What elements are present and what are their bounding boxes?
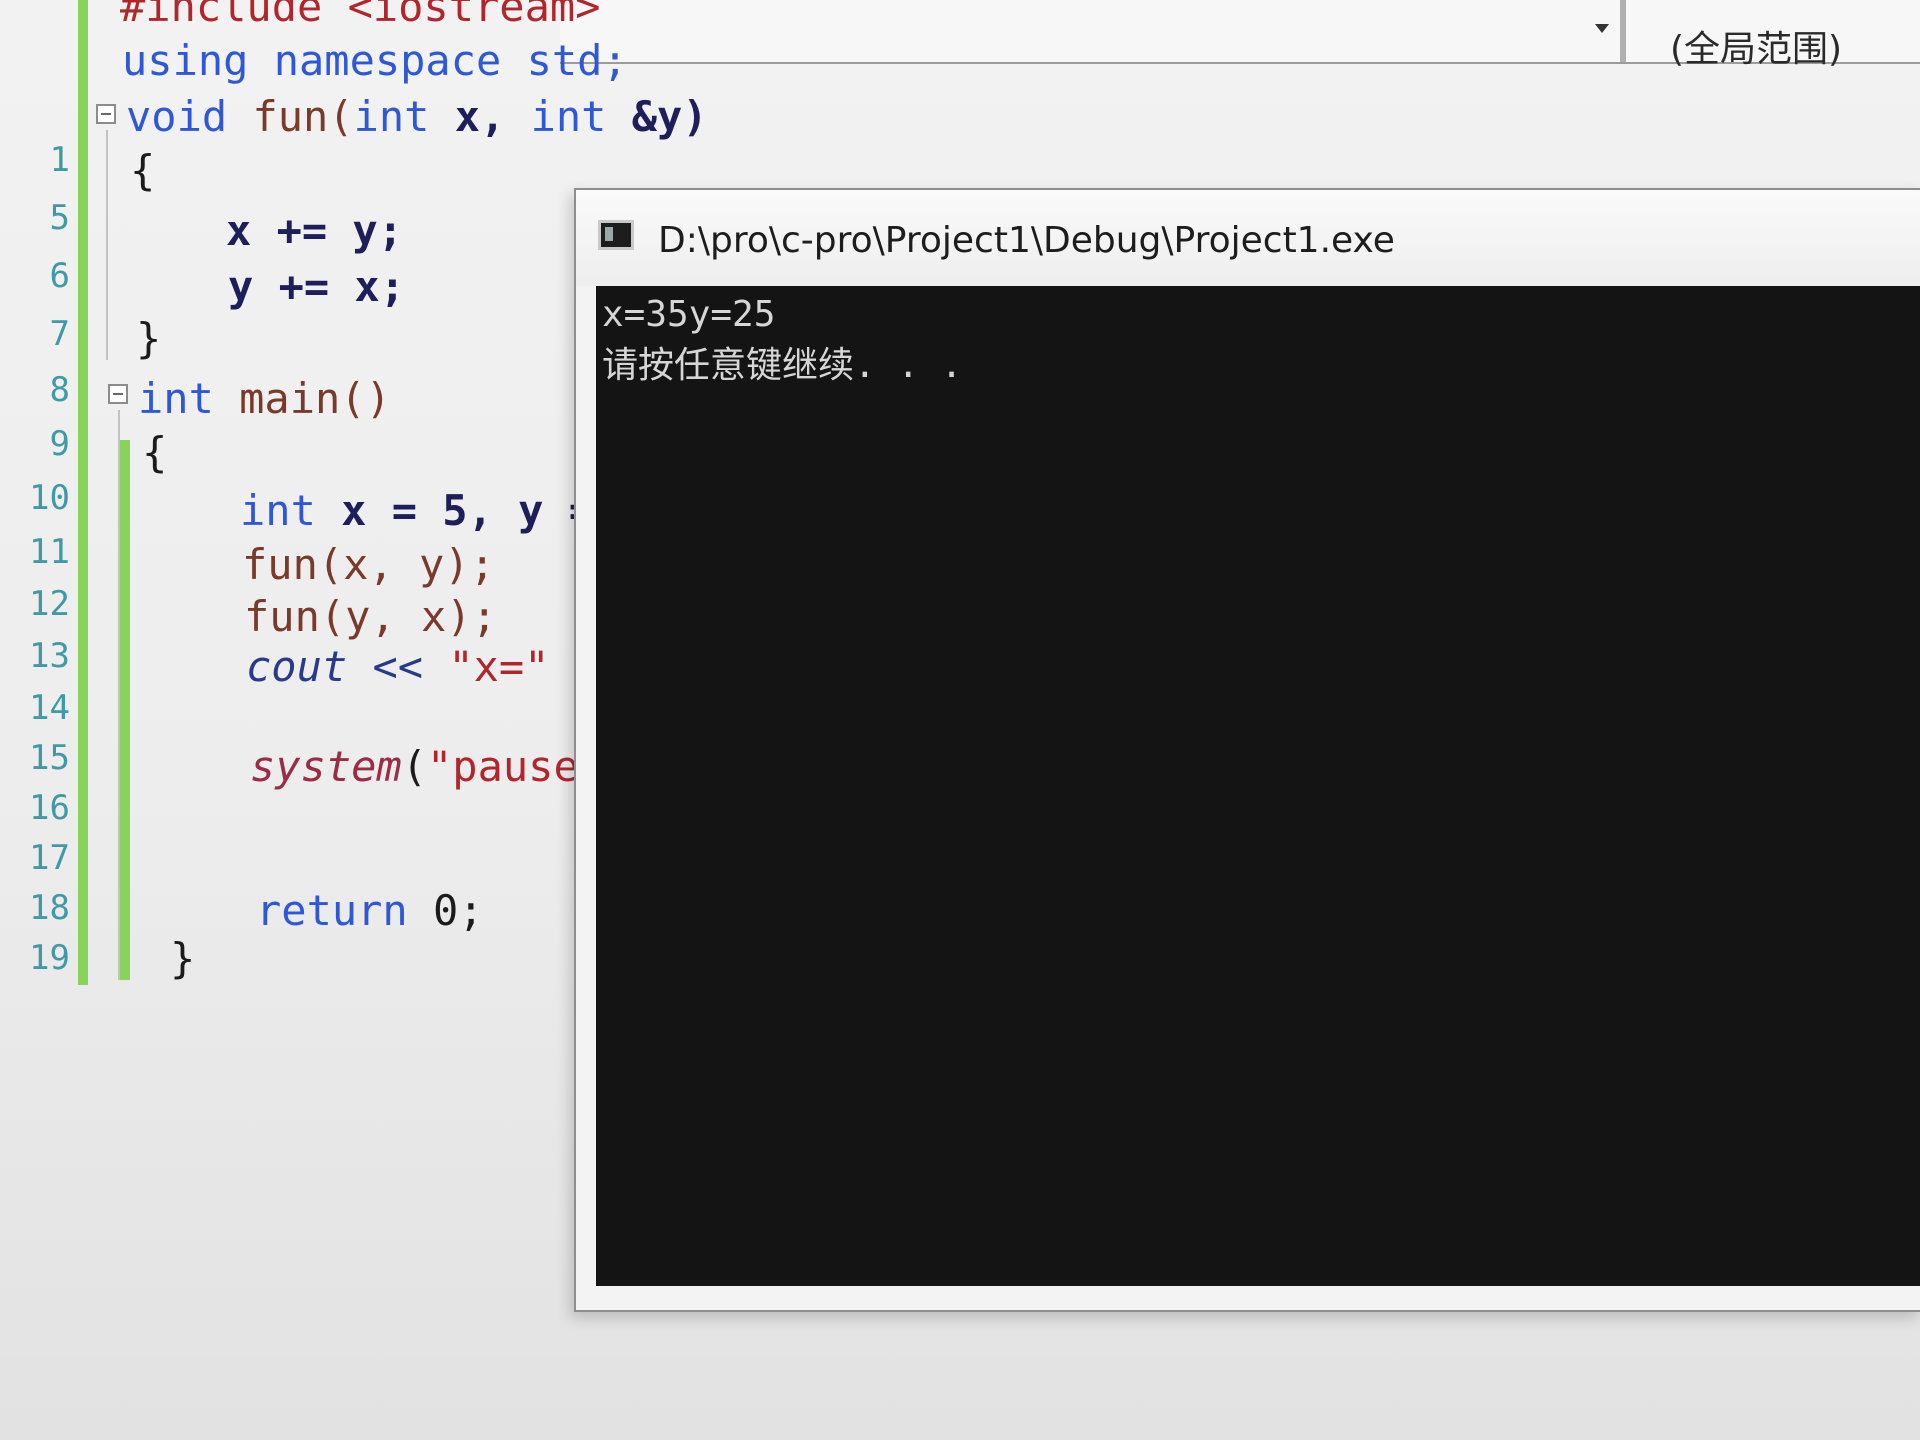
line-number: 13 bbox=[29, 636, 70, 676]
fold-guide bbox=[106, 130, 108, 360]
code-line[interactable]: { bbox=[130, 150, 155, 192]
change-marker-bar bbox=[120, 440, 130, 980]
identifier: cout bbox=[246, 642, 348, 691]
console-output-line: x=35y=25 bbox=[602, 294, 776, 335]
collapse-icon[interactable] bbox=[96, 104, 116, 124]
line-number: 9 bbox=[49, 424, 70, 464]
identifier: fun( bbox=[227, 92, 354, 141]
line-number: 10 bbox=[29, 478, 70, 518]
line-number-gutter: 1 5 6 7 8 9 10 11 12 13 14 15 16 17 18 1… bbox=[0, 0, 80, 1440]
line-number: 17 bbox=[29, 838, 70, 878]
code-line[interactable]: } bbox=[170, 938, 195, 980]
identifier: system bbox=[250, 742, 402, 791]
line-number: 14 bbox=[29, 688, 70, 728]
identifier: x, bbox=[429, 92, 531, 141]
operator: << bbox=[347, 642, 449, 691]
scope-dropdown[interactable]: (全局范围) bbox=[1670, 20, 1842, 72]
line-number: 6 bbox=[49, 256, 70, 296]
code-line[interactable]: fun(x, y); bbox=[242, 544, 495, 586]
code-line[interactable]: x += y; bbox=[226, 210, 403, 252]
scope-bar: (全局范围) bbox=[560, 0, 1920, 70]
line-number: 7 bbox=[49, 314, 70, 354]
code-line[interactable]: int x = 5, y = bbox=[240, 490, 594, 532]
line-number: 12 bbox=[29, 584, 70, 624]
code-line[interactable]: } bbox=[136, 318, 161, 360]
keyword: return bbox=[256, 886, 408, 935]
code-line[interactable]: { bbox=[142, 432, 167, 474]
keyword: int bbox=[240, 486, 316, 535]
keyword: int bbox=[138, 374, 214, 423]
paren: ( bbox=[401, 742, 428, 791]
line-number: 18 bbox=[29, 888, 70, 928]
string-literal: "x=" bbox=[448, 642, 550, 691]
console-window[interactable]: D:\pro\c-pro\Project1\Debug\Project1.exe… bbox=[574, 188, 1920, 1312]
code-line[interactable]: return 0; bbox=[256, 890, 484, 932]
console-output-area[interactable]: x=35y=25 请按任意键继续. . . bbox=[596, 286, 1920, 1286]
scope-divider bbox=[1620, 0, 1626, 62]
console-output-line: 请按任意键继续. . . bbox=[602, 345, 963, 386]
keyword: int bbox=[530, 92, 607, 141]
code-line[interactable]: #include <iostream> bbox=[120, 0, 600, 28]
line-number: 15 bbox=[29, 738, 70, 778]
code-line[interactable]: void fun(int x, int &y) bbox=[126, 96, 708, 138]
console-app-icon bbox=[598, 220, 634, 250]
code-line[interactable]: y += x; bbox=[228, 266, 405, 308]
literal: 0; bbox=[407, 886, 484, 935]
console-titlebar[interactable]: D:\pro\c-pro\Project1\Debug\Project1.exe bbox=[576, 190, 1920, 286]
chevron-down-icon[interactable] bbox=[1595, 24, 1609, 33]
line-number: 16 bbox=[29, 788, 70, 828]
screen: (全局范围) 1 5 6 7 8 9 10 11 12 13 14 15 16 … bbox=[0, 0, 1920, 1440]
identifier: &y) bbox=[606, 92, 708, 141]
line-number: 1 bbox=[49, 140, 70, 180]
code-line[interactable]: system("pause" bbox=[250, 746, 604, 788]
identifier: x = 5, y = bbox=[315, 486, 595, 535]
line-number: 11 bbox=[29, 532, 70, 572]
line-number: 19 bbox=[29, 938, 70, 978]
keyword: void bbox=[126, 92, 228, 141]
line-number: 8 bbox=[49, 370, 70, 410]
collapse-icon[interactable] bbox=[108, 384, 128, 404]
keyword: int bbox=[353, 92, 430, 141]
fold-guide bbox=[118, 410, 120, 980]
line-number: 5 bbox=[49, 198, 70, 238]
code-line[interactable]: fun(y, x); bbox=[244, 596, 497, 638]
code-line[interactable]: int main() bbox=[138, 378, 391, 420]
identifier: main() bbox=[213, 374, 391, 423]
change-marker-bar bbox=[78, 0, 88, 985]
code-line[interactable]: using namespace std; bbox=[122, 40, 628, 82]
code-line[interactable]: cout << "x=" < bbox=[246, 646, 600, 688]
console-title: D:\pro\c-pro\Project1\Debug\Project1.exe bbox=[658, 220, 1395, 261]
